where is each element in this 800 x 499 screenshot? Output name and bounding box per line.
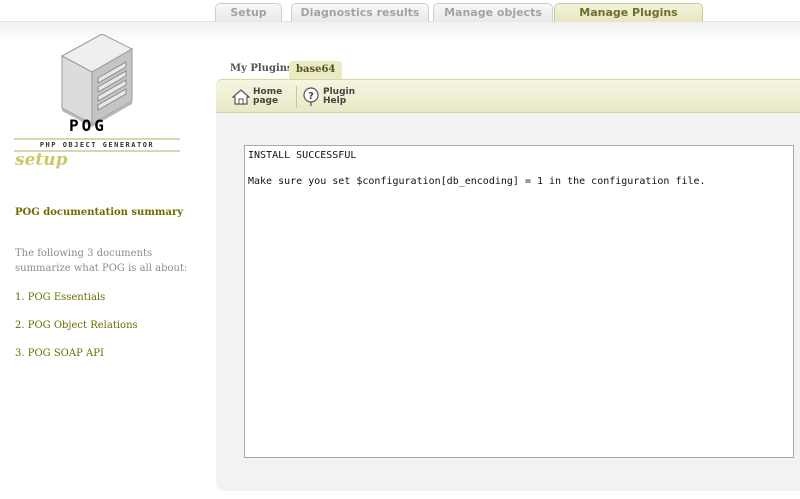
- plugin-tab-base64[interactable]: base64: [289, 61, 343, 79]
- logo-brand: POG: [69, 116, 107, 135]
- plugin-help-button[interactable]: ? Plugin Help: [302, 84, 355, 110]
- tab-diagnostics-results[interactable]: Diagnostics results: [291, 3, 429, 22]
- svg-text:?: ?: [308, 91, 314, 102]
- home-page-button[interactable]: Home page: [232, 84, 282, 110]
- home-page-label: Home page: [253, 87, 283, 106]
- toolbar-separator: [296, 86, 297, 108]
- tab-setup[interactable]: Setup: [215, 3, 282, 22]
- doc-link-object-relations[interactable]: 2. POG Object Relations: [15, 318, 138, 333]
- tab-manage-plugins[interactable]: Manage Plugins: [554, 3, 703, 22]
- my-plugins-label: My Plugins:: [230, 63, 297, 74]
- doc-summary-intro: The following 3 documents summarize what…: [15, 248, 188, 274]
- output-line-note: Make sure you set $configuration[db_enco…: [248, 176, 706, 187]
- plugin-help-label: Plugin Help: [323, 87, 356, 106]
- top-tab-bar: Setup Diagnostics results Manage objects…: [0, 0, 800, 22]
- logo-tagline: PHP OBJECT GENERATOR: [39, 141, 155, 149]
- doc-link-essentials[interactable]: 1. POG Essentials: [15, 290, 105, 305]
- doc-summary-title: POG documentation summary: [15, 207, 184, 218]
- logo-subtitle: setup: [15, 150, 68, 170]
- plugin-subheader: My Plugins: base64: [216, 60, 800, 80]
- plugin-output-area[interactable]: INSTALL SUCCESSFUL Make sure you set $co…: [244, 145, 794, 458]
- help-icon: ?: [303, 87, 319, 106]
- output-line-status: INSTALL SUCCESSFUL: [248, 150, 357, 161]
- doc-link-soap-api[interactable]: 3. POG SOAP API: [15, 346, 104, 361]
- home-icon: [232, 89, 250, 105]
- tab-manage-objects[interactable]: Manage objects: [433, 3, 553, 22]
- plugin-toolbar: Home page ? Plugin Help: [216, 79, 800, 113]
- pog-logo: POG PHP OBJECT GENERATOR setup: [14, 33, 180, 174]
